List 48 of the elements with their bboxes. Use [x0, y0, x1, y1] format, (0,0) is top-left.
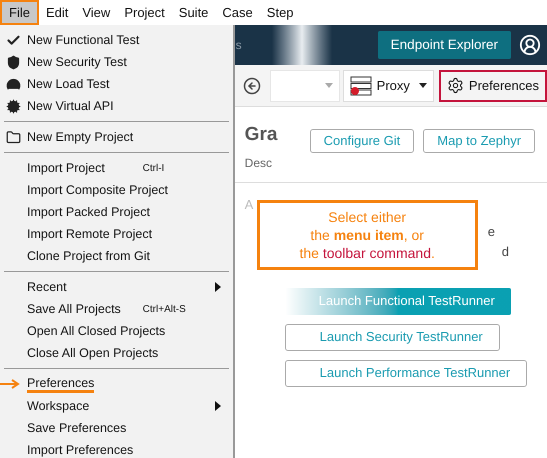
check-icon [6, 32, 21, 48]
endpoint-explorer-button[interactable]: Endpoint Explorer [378, 31, 511, 59]
text-fragment: d [502, 242, 509, 260]
caret-icon [418, 83, 427, 88]
folder-icon [6, 130, 21, 144]
menu-item[interactable]: Import Composite Project [0, 179, 233, 201]
callout-text: Select either [328, 208, 406, 226]
menu-item[interactable]: Import Remote Project [0, 223, 233, 245]
shield-icon [6, 54, 21, 70]
menu-bar-item[interactable]: Step [260, 0, 301, 25]
page-title: Gra [244, 123, 278, 147]
menu-item[interactable]: Clone Project from Git [0, 245, 233, 267]
callout-text: the menu item, or [310, 226, 424, 244]
menu-item[interactable]: New Functional Test [0, 29, 233, 51]
menu-bar-item[interactable]: Edit [38, 0, 76, 25]
menu-item[interactable]: New Empty Project [0, 126, 233, 148]
caret-icon [324, 83, 333, 88]
menu-item[interactable]: New Virtual API [0, 95, 233, 117]
menu-item[interactable]: Save All Projects Ctrl+Alt-S [0, 298, 233, 320]
menu-item[interactable]: Import Preferences [0, 439, 233, 458]
menu-bar-item[interactable]: Case [215, 0, 260, 25]
back-icon[interactable] [242, 76, 261, 94]
menu-item[interactable]: New Security Test [0, 51, 233, 73]
menu-item[interactable]: Workspace [0, 395, 233, 417]
callout-text: the toolbar command. [299, 244, 435, 262]
menu-item[interactable]: Preferences [0, 373, 233, 395]
pointer-arrow [0, 379, 22, 389]
menu-item[interactable]: Recent [0, 276, 233, 298]
description-label: Desc [244, 154, 274, 172]
blurred-band [272, 25, 332, 65]
text-fragment: A [244, 196, 254, 214]
menu-bar-item[interactable]: View [75, 0, 118, 25]
user-icon[interactable] [519, 34, 541, 56]
proxy-button[interactable]: Proxy [342, 70, 434, 102]
menu-item[interactable]: Import Project Ctrl-I [0, 157, 233, 179]
server-icon [350, 76, 372, 96]
menu-bar-item[interactable]: Suite [172, 0, 216, 25]
menu-item[interactable]: Close All Open Projects [0, 342, 233, 364]
menu-item[interactable]: New Load Test [0, 73, 233, 95]
preferences-button[interactable]: Preferences [438, 70, 547, 102]
menu-item[interactable]: Open All Closed Projects [0, 320, 233, 342]
menu-item[interactable]: Import Packed Project [0, 201, 233, 223]
menu-bar-item[interactable]: File [0, 0, 39, 25]
menu-bar-item[interactable]: Project [117, 0, 172, 25]
menu-item[interactable]: Save Preferences [0, 417, 233, 439]
text-fragment: e [488, 223, 495, 241]
header-text: s [234, 37, 242, 54]
gear-icon [446, 77, 464, 94]
